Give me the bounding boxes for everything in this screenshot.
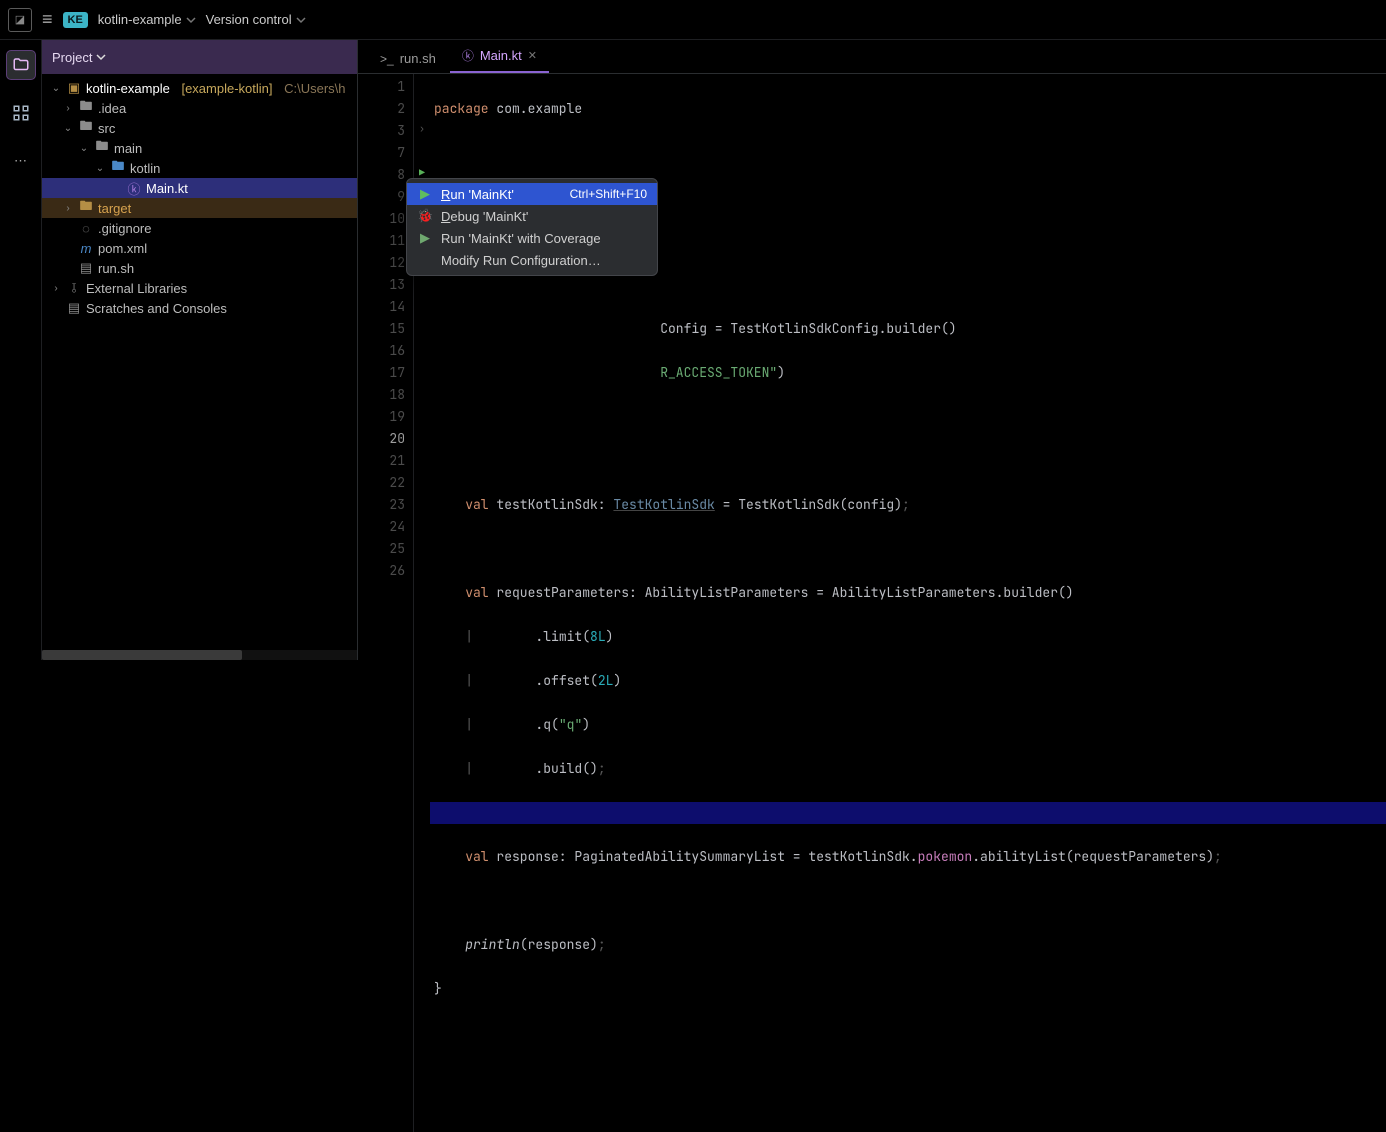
vcs-label: Version control: [206, 12, 292, 27]
tree-pom[interactable]: m pom.xml: [42, 238, 357, 258]
tree-mainkt[interactable]: ⓚ Main.kt: [42, 178, 357, 198]
shield-icon: ▶: [417, 230, 433, 246]
editor-tabs: >_ run.sh ⓚ Main.kt ✕: [358, 40, 1386, 74]
run-context-menu: ▶ Run 'MainKt' Ctrl+Shift+F10 🐞 Debug 'M…: [406, 178, 658, 276]
kotlin-file-icon: ⓚ: [462, 47, 474, 64]
project-tree: ⌄ ▣ kotlin-example [example-kotlin] C:\U…: [42, 74, 357, 650]
menu-run-label: Run 'MainKt': [441, 187, 562, 202]
editor-area: >_ run.sh ⓚ Main.kt ✕ 1 2 3 7 8 9 10 11 …: [358, 40, 1386, 660]
tree-external[interactable]: ›⫱ External Libraries: [42, 278, 357, 298]
tree-root[interactable]: ⌄ ▣ kotlin-example [example-kotlin] C:\U…: [42, 78, 357, 98]
play-icon: ▶: [417, 186, 433, 202]
menu-modify-label: Modify Run Configuration…: [441, 253, 647, 268]
sidebar-scrollbar[interactable]: [42, 650, 357, 660]
root-path: C:\Users\h: [284, 81, 345, 96]
titlebar: ◪ ≡ KE kotlin-example Version control: [0, 0, 1386, 40]
menu-modify[interactable]: Modify Run Configuration…: [407, 249, 657, 271]
tree-src[interactable]: ⌄🖿 src: [42, 118, 357, 138]
tree-kotlin[interactable]: ⌄🖿 kotlin: [42, 158, 357, 178]
tab-mainkt[interactable]: ⓚ Main.kt ✕: [450, 40, 549, 73]
chevron-down-icon: [296, 15, 306, 25]
project-panel-title: Project: [52, 50, 92, 65]
ide-icon: ◪: [8, 8, 32, 32]
root-module: [example-kotlin]: [181, 81, 272, 96]
project-badge: KE: [63, 12, 88, 28]
chevron-down-icon: [186, 15, 196, 25]
menu-coverage-label: Run 'MainKt' with Coverage: [441, 231, 647, 246]
project-selector[interactable]: kotlin-example: [98, 12, 196, 27]
project-panel-header[interactable]: Project: [42, 40, 357, 74]
menu-run[interactable]: ▶ Run 'MainKt' Ctrl+Shift+F10: [407, 183, 657, 205]
scrollbar-thumb[interactable]: [42, 650, 242, 660]
menu-run-shortcut: Ctrl+Shift+F10: [570, 187, 647, 201]
tree-target[interactable]: ›🖿 target: [42, 198, 357, 218]
more-tool-button[interactable]: ⋯: [6, 146, 36, 176]
shell-file-icon: >_: [380, 52, 394, 66]
chevron-down-icon: [96, 52, 106, 62]
close-tab-icon[interactable]: ✕: [528, 49, 537, 62]
tab-runsh[interactable]: >_ run.sh: [368, 44, 448, 73]
structure-icon: [12, 104, 30, 122]
main-menu-button[interactable]: ≡: [42, 9, 53, 30]
tree-gitignore[interactable]: ◌ .gitignore: [42, 218, 357, 238]
tree-scratches[interactable]: ▤ Scratches and Consoles: [42, 298, 357, 318]
menu-coverage[interactable]: ▶ Run 'MainKt' with Coverage: [407, 227, 657, 249]
tree-main[interactable]: ⌄🖿 main: [42, 138, 357, 158]
project-tool-button[interactable]: [6, 50, 36, 80]
tree-idea[interactable]: ›🖿 .idea: [42, 98, 357, 118]
vcs-menu[interactable]: Version control: [206, 12, 306, 27]
root-label: kotlin-example: [86, 81, 170, 96]
menu-debug[interactable]: 🐞 Debug 'MainKt': [407, 205, 657, 227]
project-name: kotlin-example: [98, 12, 182, 27]
menu-debug-label: Debug 'MainKt': [441, 209, 647, 224]
tree-runsh[interactable]: ▤ run.sh: [42, 258, 357, 278]
bug-icon: 🐞: [417, 208, 433, 224]
tool-rail: ⋯: [0, 40, 42, 660]
folder-icon: [12, 56, 30, 74]
fold-marker-icon[interactable]: ›: [414, 118, 430, 140]
structure-tool-button[interactable]: [6, 98, 36, 128]
project-sidebar: Project ⌄ ▣ kotlin-example [example-kotl…: [42, 40, 358, 660]
